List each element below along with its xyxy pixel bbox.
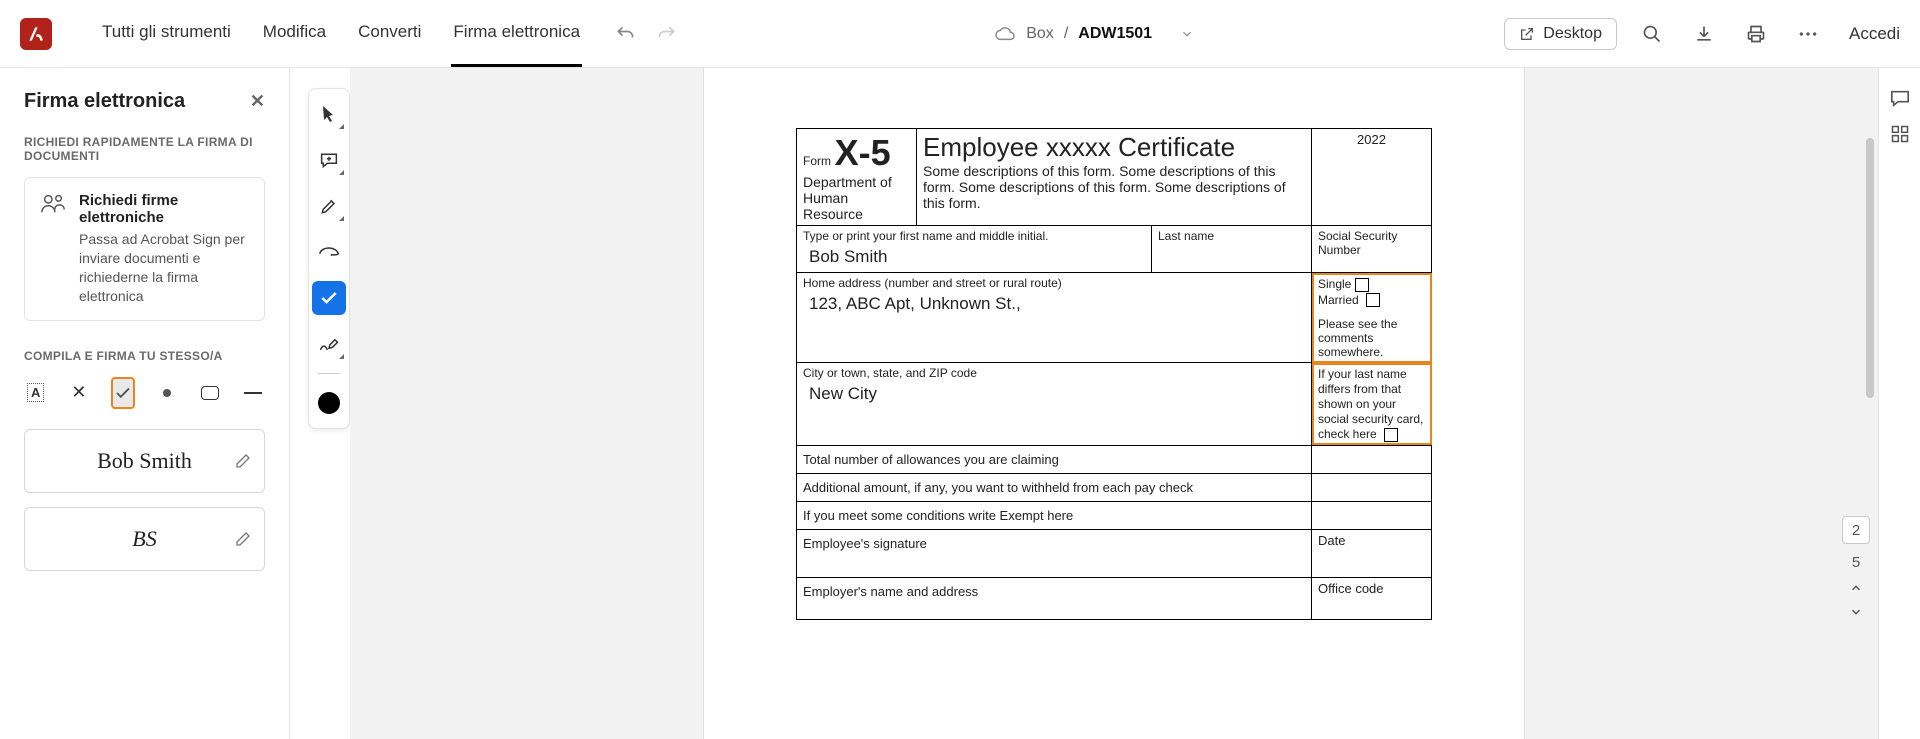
menu-edit[interactable]: Modifica <box>261 0 328 67</box>
page-total: 5 <box>1852 554 1860 571</box>
signature-full[interactable]: Bob Smith <box>24 429 265 493</box>
field-address-value[interactable]: 123, ABC Apt, Unknown St., <box>803 290 1305 316</box>
tool-highlight[interactable] <box>312 189 346 223</box>
undo-button[interactable] <box>608 17 642 51</box>
main-menu: Tutti gli strumenti Modifica Converti Fi… <box>100 0 582 67</box>
field-lastname-diff: If your last name differs from that show… <box>1318 367 1423 441</box>
field-firstname-value[interactable]: Bob Smith <box>803 243 1145 269</box>
main-area: Firma elettronica ✕ RICHIEDI RAPIDAMENTE… <box>0 68 1920 739</box>
form-label: Form <box>803 154 831 168</box>
left-panel: Firma elettronica ✕ RICHIEDI RAPIDAMENTE… <box>0 68 290 739</box>
label-married: Married <box>1318 293 1359 307</box>
comments-panel-button[interactable] <box>1889 88 1911 108</box>
field-lastname-label: Last name <box>1158 229 1305 243</box>
page-down-button[interactable] <box>1849 605 1863 619</box>
scrollbar-thumb[interactable] <box>1866 138 1874 398</box>
field-office: Office code <box>1312 577 1432 619</box>
breadcrumb-source[interactable]: Box <box>1026 25 1054 43</box>
page-current[interactable]: 2 <box>1842 516 1870 544</box>
menu-convert[interactable]: Converti <box>356 0 423 67</box>
field-emp-sign[interactable]: Employee's signature <box>797 529 1312 577</box>
close-panel-button[interactable]: ✕ <box>250 91 265 112</box>
open-desktop-button[interactable]: Desktop <box>1504 18 1617 50</box>
field-ssn-label: Social Security Number <box>1318 229 1425 257</box>
label-single: Single <box>1318 277 1351 291</box>
document-viewport[interactable]: Form X-5 Department of Human Resource Em… <box>350 68 1878 739</box>
apps-panel-button[interactable] <box>1890 124 1910 144</box>
page-navigator: 2 5 <box>1842 516 1870 619</box>
checkbox-lastname-diff[interactable] <box>1384 428 1398 442</box>
acrobat-logo <box>20 18 52 50</box>
request-signatures-promo[interactable]: Richiedi firme elettroniche Passa ad Acr… <box>24 177 265 321</box>
field-employer: Employer's name and address <box>797 577 1312 619</box>
breadcrumb-sep: / <box>1064 25 1068 43</box>
field-firstname-label: Type or print your first name and middle… <box>803 229 1145 243</box>
people-icon <box>39 192 67 306</box>
edit-initials-button[interactable] <box>234 530 252 548</box>
panel-title: Firma elettronica <box>24 90 185 113</box>
external-link-icon <box>1519 26 1535 42</box>
more-button[interactable] <box>1791 17 1825 51</box>
tool-color[interactable] <box>312 386 346 420</box>
selfsign-tools: A ✕ <box>24 377 265 409</box>
menu-tools[interactable]: Tutti gli strumenti <box>100 0 233 67</box>
section-request: RICHIEDI RAPIDAMENTE LA FIRMA DI DOCUMEN… <box>24 135 265 163</box>
tool-check[interactable] <box>111 377 135 409</box>
field-date[interactable]: Date <box>1312 529 1432 577</box>
field-allowances: Total number of allowances you are claim… <box>797 445 1312 473</box>
field-address-label: Home address (number and street or rural… <box>803 276 1305 290</box>
right-rail <box>1878 68 1920 739</box>
tool-select[interactable] <box>312 97 346 131</box>
chevron-down-icon[interactable] <box>1180 27 1194 41</box>
marital-note: Please see the comments somewhere. <box>1318 317 1425 359</box>
print-button[interactable] <box>1739 17 1773 51</box>
tool-line[interactable] <box>242 377 265 409</box>
tool-dot[interactable] <box>155 377 178 409</box>
field-city-value[interactable]: New City <box>803 380 1305 406</box>
tool-lasso[interactable] <box>312 235 346 269</box>
tool-cross[interactable]: ✕ <box>67 377 90 409</box>
tool-rect[interactable] <box>198 377 221 409</box>
form-desc: Some descriptions of this form. Some des… <box>923 163 1305 211</box>
signature-full-preview: Bob Smith <box>97 448 192 474</box>
page-up-button[interactable] <box>1849 581 1863 595</box>
form-table: Form X-5 Department of Human Resource Em… <box>796 128 1432 620</box>
form-year: 2022 <box>1312 129 1432 226</box>
color-swatch <box>318 392 340 414</box>
edit-signature-button[interactable] <box>234 452 252 470</box>
form-dept: Department of Human Resource <box>803 174 892 222</box>
tool-text[interactable]: A <box>24 377 47 409</box>
form-title: Employee xxxxx Certificate <box>923 132 1305 163</box>
form-number: X-5 <box>835 132 891 173</box>
document-page: Form X-5 Department of Human Resource Em… <box>704 68 1524 739</box>
floating-toolbar <box>308 88 350 429</box>
breadcrumb: Box / ADW1501 <box>994 25 1194 43</box>
signin-link[interactable]: Accedi <box>1849 24 1900 44</box>
tool-comment[interactable] <box>312 143 346 177</box>
tool-sign[interactable] <box>312 327 346 361</box>
breadcrumb-file[interactable]: ADW1501 <box>1078 25 1152 43</box>
field-exempt: If you meet some conditions write Exempt… <box>797 501 1312 529</box>
topbar-right: Desktop Accedi <box>1504 17 1900 51</box>
menu-esign[interactable]: Firma elettronica <box>451 0 582 67</box>
promo-title: Richiedi firme elettroniche <box>79 192 250 226</box>
download-button[interactable] <box>1687 17 1721 51</box>
signature-initials[interactable]: BS <box>24 507 265 571</box>
field-city-label: City or town, state, and ZIP code <box>803 366 1305 380</box>
search-button[interactable] <box>1635 17 1669 51</box>
field-additional: Additional amount, if any, you want to w… <box>797 473 1312 501</box>
cloud-icon <box>994 25 1016 43</box>
redo-button[interactable] <box>650 17 684 51</box>
open-desktop-label: Desktop <box>1543 25 1602 43</box>
checkbox-married[interactable] <box>1366 293 1380 307</box>
promo-desc: Passa ad Acrobat Sign per inviare docume… <box>79 230 250 306</box>
signature-initials-preview: BS <box>132 526 156 552</box>
tool-checkmark[interactable] <box>312 281 346 315</box>
section-selfsign: COMPILA E FIRMA TU STESSO/A <box>24 349 265 363</box>
topbar: Tutti gli strumenti Modifica Converti Fi… <box>0 0 1920 68</box>
checkbox-single[interactable] <box>1355 278 1369 292</box>
